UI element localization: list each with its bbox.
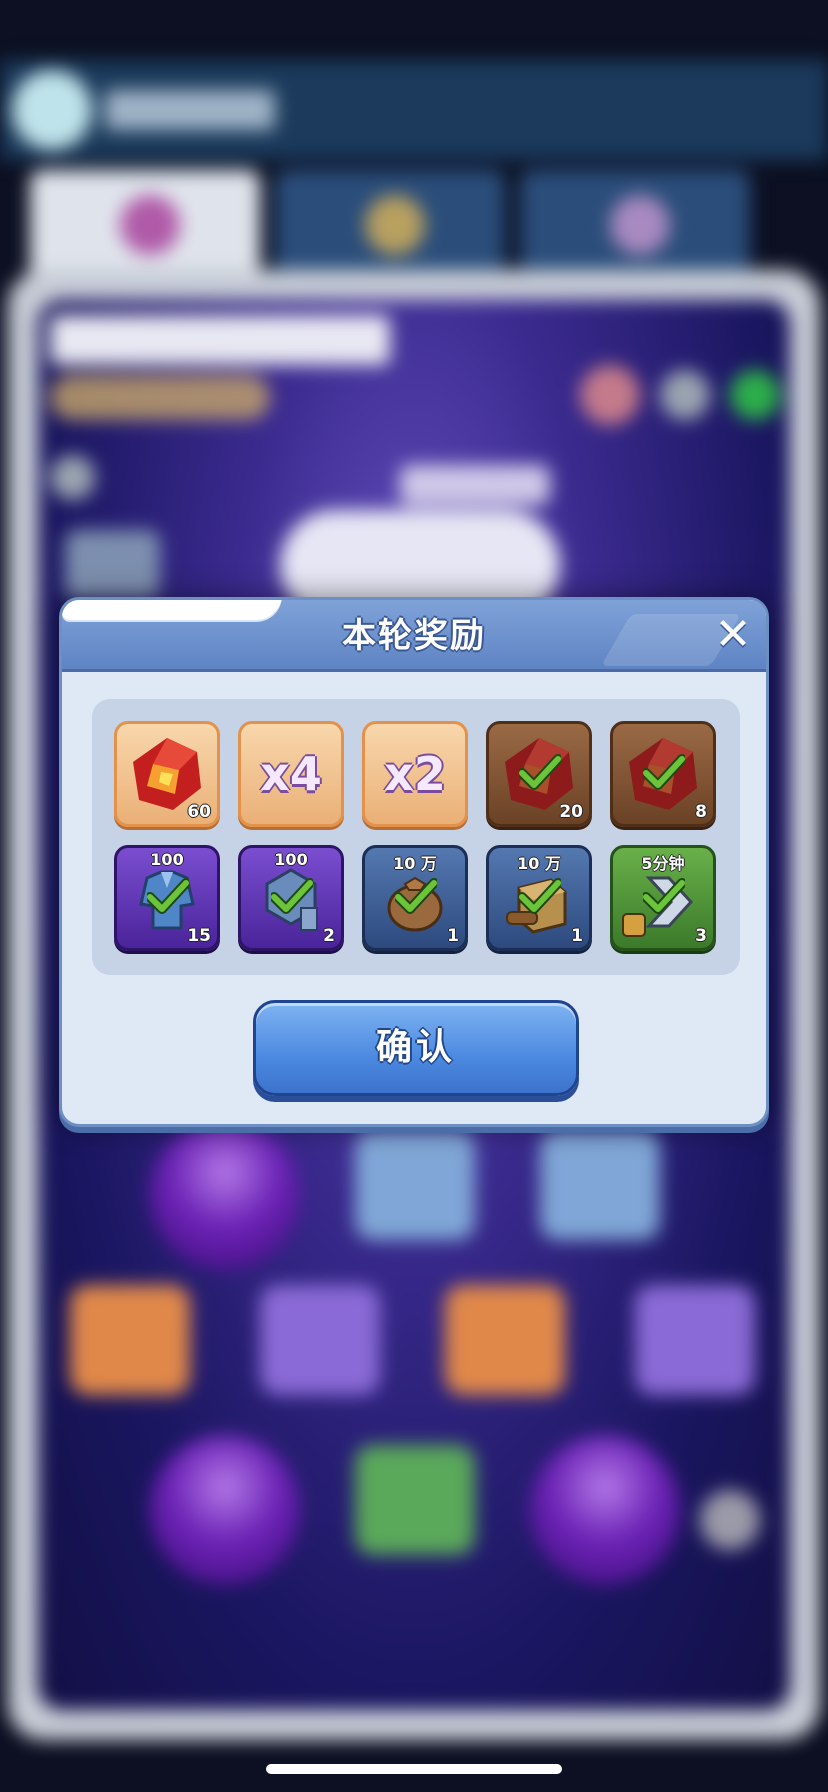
reward-top-value: 10 万: [393, 854, 437, 873]
check-icon: [519, 754, 561, 790]
reward-count: 8: [695, 802, 707, 822]
reward-count: 20: [559, 802, 583, 822]
multiplier-label: x2: [384, 747, 446, 801]
confirm-button[interactable]: 确认: [253, 1000, 579, 1096]
reward-item-speedup: 5分钟 3: [610, 845, 716, 951]
reward-top-value: 100: [274, 850, 308, 869]
bg-player-name: [105, 90, 275, 130]
reward-item-multiplier: x4: [238, 721, 344, 827]
reward-count: 15: [187, 926, 211, 946]
reward-item-red-crystal: 8: [610, 721, 716, 827]
reward-item-red-crystal: 60: [114, 721, 220, 827]
bg-tab-1: [30, 170, 260, 280]
reward-item-wood-crate: 10 万 1: [486, 845, 592, 951]
bg-avatar: [12, 70, 92, 150]
check-icon: [395, 878, 437, 914]
reward-item-blue-nut: 100 2: [238, 845, 344, 951]
bg-tab-3: [520, 170, 750, 280]
rewards-panel: 60 x4 x2 20 8 100 15 100 2 10 万 1 10 万 1…: [92, 699, 740, 975]
home-indicator[interactable]: [266, 1764, 562, 1774]
reward-item-coin-bag: 10 万 1: [362, 845, 468, 951]
reward-count: 1: [571, 926, 583, 946]
bg-title: [50, 315, 390, 365]
reward-item-multiplier: x2: [362, 721, 468, 827]
reward-top-value: 5分钟: [641, 854, 685, 873]
reward-top-value: 10 万: [517, 854, 561, 873]
bg-top-bar: [0, 60, 828, 160]
reward-count: 1: [447, 926, 459, 946]
close-button[interactable]: ✕: [710, 612, 756, 658]
reward-item-blue-armor: 100 15: [114, 845, 220, 951]
reward-count: 2: [323, 926, 335, 946]
bg-subtitle: [50, 375, 270, 420]
multiplier-label: x4: [260, 747, 322, 801]
reward-item-red-crystal: 20: [486, 721, 592, 827]
check-icon: [519, 878, 561, 914]
dialog-title: 本轮奖励: [342, 616, 486, 656]
bg-tab-2: [275, 170, 505, 280]
bg-tabs: [30, 170, 800, 280]
check-icon: [147, 878, 189, 914]
confirm-button-label: 确认: [375, 1027, 456, 1068]
reward-top-value: 100: [150, 850, 184, 869]
reward-count: 3: [695, 926, 707, 946]
reward-count: 60: [187, 802, 211, 822]
dialog-header: 本轮奖励 ✕: [62, 600, 766, 672]
check-icon: [271, 878, 313, 914]
check-icon: [643, 878, 685, 914]
reward-dialog: 本轮奖励 ✕ 60 x4 x2 20 8 100 15 100 2 10 万 1…: [59, 597, 769, 1127]
check-icon: [643, 754, 685, 790]
